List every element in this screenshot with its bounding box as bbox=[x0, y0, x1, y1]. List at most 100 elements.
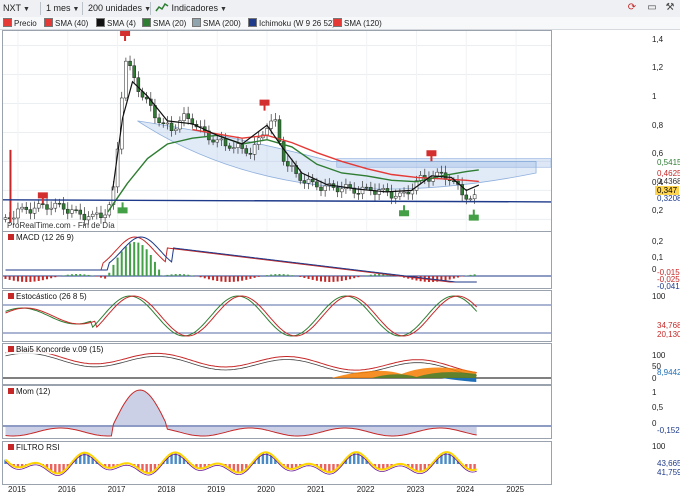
candle-body bbox=[173, 128, 178, 131]
candle-body bbox=[323, 185, 327, 191]
legend-item-sma40[interactable]: SMA (40) bbox=[44, 18, 88, 28]
macd-histogram-bar bbox=[149, 254, 152, 276]
candle-body bbox=[169, 122, 174, 131]
toolbar-divider bbox=[82, 2, 83, 15]
candle-body bbox=[95, 212, 99, 215]
stochastic-pane[interactable]: Estocástico (26 8 5) bbox=[2, 290, 552, 342]
legend-item-sma20[interactable]: SMA (20) bbox=[142, 18, 186, 28]
legend-item-sma200[interactable]: SMA (200) bbox=[192, 18, 241, 28]
macd-histogram-bar bbox=[158, 269, 161, 276]
macd-pane[interactable]: MACD (12 26 9) bbox=[2, 231, 552, 289]
macd-histogram-bar bbox=[29, 276, 32, 282]
candle-body bbox=[468, 198, 473, 201]
candle-body bbox=[66, 208, 70, 214]
macd-histogram-bar bbox=[365, 275, 368, 276]
candle-body bbox=[32, 207, 37, 214]
wrench-icon[interactable]: ⚒ bbox=[664, 2, 676, 14]
period-selector[interactable]: 1 mes ▼ bbox=[46, 2, 79, 14]
indicators-button[interactable]: Indicadores ▼ bbox=[155, 2, 227, 14]
swatch-icon bbox=[192, 18, 201, 27]
legend-price[interactable]: Precio bbox=[3, 18, 37, 28]
window-icon[interactable]: ▭ bbox=[646, 2, 658, 14]
toolbar-divider bbox=[150, 2, 151, 15]
candle-body bbox=[315, 181, 319, 188]
symbol-label: NXT bbox=[3, 3, 21, 13]
toolbar: NXT ▼ 1 mes ▼ 200 unidades ▼ Indicadores ▼ ⟳… bbox=[0, 0, 680, 18]
legend-price-label: Precio bbox=[14, 19, 37, 28]
price-tick: 1,4 bbox=[652, 35, 664, 44]
symbol-selector[interactable]: NXT ▼ bbox=[3, 2, 30, 14]
candle-body bbox=[132, 65, 136, 78]
macd-histogram-bar bbox=[286, 274, 289, 276]
candle-body bbox=[393, 195, 398, 199]
macd-histogram-bar bbox=[95, 276, 98, 277]
blai5-blue-area bbox=[441, 378, 477, 382]
price-tick: 1 bbox=[652, 92, 657, 101]
macd-histogram-bar bbox=[46, 276, 49, 280]
toolbar-divider bbox=[40, 2, 41, 15]
thumb-down-icon bbox=[259, 99, 270, 111]
macd-histogram-bar bbox=[282, 274, 285, 276]
macd-histogram-bar bbox=[120, 251, 123, 276]
candle-body bbox=[472, 194, 477, 200]
x-axis: 2015 2016 2017 2018 2019 2020 2021 2022 2023 2024… bbox=[0, 484, 552, 496]
price-chart bbox=[3, 31, 551, 231]
candle-body bbox=[74, 209, 78, 212]
ichimoku-band bbox=[336, 158, 551, 168]
rsi-pane[interactable]: FILTRO RSI bbox=[2, 441, 552, 485]
candle-body bbox=[53, 202, 58, 209]
candle-body bbox=[165, 122, 170, 125]
candle-body bbox=[290, 165, 294, 167]
candle-body bbox=[70, 209, 74, 214]
legend-label: SMA (4) bbox=[107, 19, 136, 28]
swatch-icon bbox=[44, 18, 53, 27]
legend-label: Ichimoku (W 9 26 52) bbox=[259, 19, 336, 28]
candle-body bbox=[182, 113, 186, 121]
rsi-tag: 41,759 bbox=[657, 468, 680, 477]
macd-histogram-bar bbox=[70, 274, 73, 276]
candle-body bbox=[99, 212, 103, 218]
macd-histogram-bar bbox=[241, 276, 244, 281]
macd-histogram-bar bbox=[307, 276, 310, 279]
price-pane[interactable]: ProRealTime.com - Fin de Día bbox=[2, 30, 552, 232]
macd-histogram-bar bbox=[145, 249, 148, 276]
macd-histogram-bar bbox=[129, 243, 132, 276]
momentum-pane[interactable]: Mom (12) bbox=[2, 385, 552, 439]
macd-histogram-bar bbox=[266, 275, 269, 276]
macd-histogram-bar bbox=[170, 274, 173, 276]
macd-histogram-bar bbox=[224, 276, 227, 282]
momentum-chart bbox=[3, 389, 551, 437]
macd-histogram-bar bbox=[461, 276, 464, 277]
indicator-color-icon bbox=[8, 346, 14, 352]
x-tick-label: 2021 bbox=[306, 485, 325, 494]
candle-body bbox=[24, 206, 28, 210]
candle-body bbox=[61, 203, 66, 210]
momentum-tick: 1 bbox=[652, 388, 657, 397]
refresh-icon[interactable]: ⟳ bbox=[626, 2, 638, 14]
macd-histogram-bar bbox=[104, 276, 107, 279]
candle-body bbox=[186, 113, 190, 119]
candle-body bbox=[20, 206, 24, 210]
buy-signal-icon bbox=[399, 205, 410, 217]
thumb-down-icon bbox=[120, 31, 131, 41]
macd-histogram-bar bbox=[220, 276, 223, 282]
macd-histogram-bar bbox=[166, 274, 169, 276]
macd-tick: 0,1 bbox=[652, 253, 664, 262]
indicator-color-icon bbox=[8, 388, 14, 394]
swatch-icon bbox=[96, 18, 105, 27]
chevron-down-icon: ▼ bbox=[72, 6, 80, 13]
units-selector[interactable]: 200 unidades ▼ bbox=[88, 2, 151, 14]
x-tick-label: 2022 bbox=[356, 485, 375, 494]
macd-histogram-bar bbox=[303, 276, 306, 278]
legend-item-sma120[interactable]: SMA (120) bbox=[333, 18, 382, 28]
candle-body bbox=[128, 60, 132, 66]
candle-body bbox=[406, 191, 410, 195]
thumb-up-icon bbox=[399, 205, 410, 217]
blai5-pane[interactable]: Blai5 Koncorde v.09 (15) bbox=[2, 343, 552, 385]
swatch-icon bbox=[142, 18, 151, 27]
candle-body bbox=[273, 119, 278, 122]
x-tick-label: 2015 bbox=[8, 485, 26, 494]
legend-item-sma4[interactable]: SMA (4) bbox=[96, 18, 136, 28]
legend-item-ichimoku[interactable]: Ichimoku (W 9 26 52) bbox=[248, 18, 335, 28]
macd-histogram-bar bbox=[340, 276, 343, 281]
